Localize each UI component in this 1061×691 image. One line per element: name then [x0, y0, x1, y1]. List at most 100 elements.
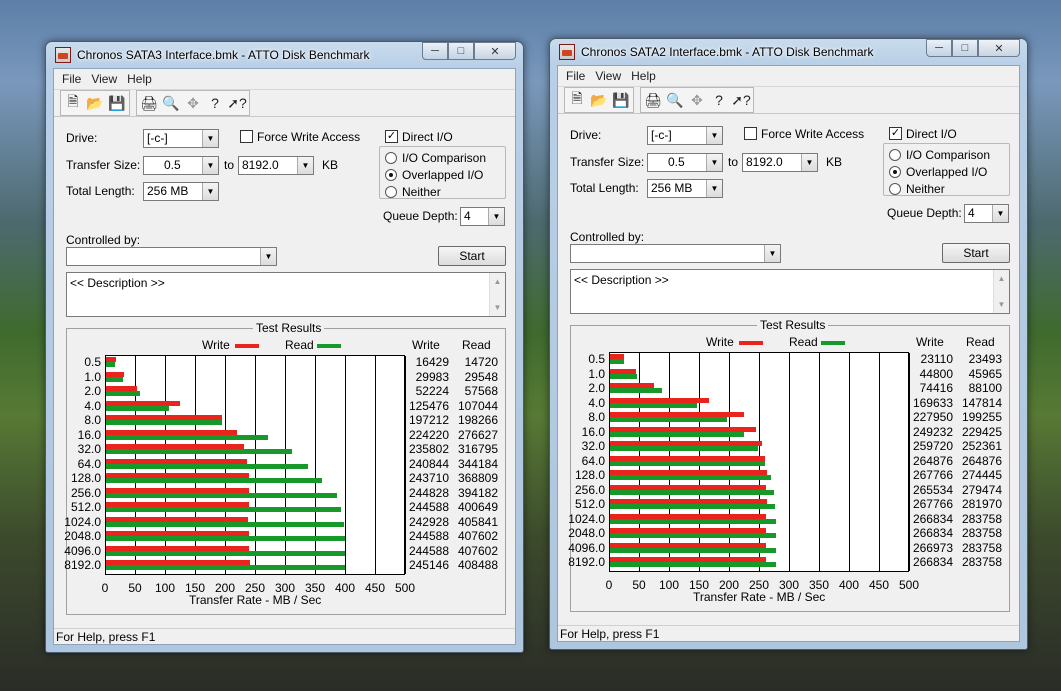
description-field[interactable]: << Description >> ▲ ▼ — [66, 272, 506, 317]
context-help-icon[interactable]: ➚? — [730, 89, 752, 111]
radio-overlapped-io[interactable] — [385, 169, 397, 181]
maximize-button[interactable]: □ — [448, 42, 474, 60]
atto-app-icon[interactable] — [55, 47, 71, 63]
print-preview-icon[interactable]: 🔍 — [664, 89, 686, 111]
total-length-value: 256 MB — [147, 184, 189, 198]
grid-line — [849, 353, 850, 571]
open-folder-icon[interactable]: 📂 — [588, 89, 610, 111]
read-value: 368809 — [457, 471, 498, 485]
overlapped-io-label: Overlapped I/O — [906, 165, 988, 179]
read-bar — [106, 391, 140, 396]
read-bar — [610, 475, 771, 480]
write-value: 266834 — [912, 555, 953, 569]
neither-label: Neither — [906, 182, 945, 196]
column-write-header: Write — [916, 335, 944, 349]
open-folder-icon[interactable]: 📂 — [84, 92, 106, 114]
menu-view[interactable]: View — [86, 72, 122, 86]
radio-overlapped-io[interactable] — [889, 166, 901, 178]
start-button[interactable]: Start — [438, 246, 506, 266]
write-value: 244828 — [408, 485, 449, 500]
atto-window-sata3[interactable]: Chronos SATA3 Interface.bmk - ATTO Disk … — [45, 41, 524, 653]
description-scrollbar[interactable]: ▲ ▼ — [993, 270, 1009, 313]
radio-neither[interactable] — [385, 186, 397, 198]
read-value: 344184 — [457, 456, 498, 471]
print-preview-icon[interactable]: 🔍 — [160, 92, 182, 114]
grid-line — [345, 356, 346, 574]
y-tick-label: 128.0 — [70, 471, 101, 485]
close-button[interactable]: ✕ — [978, 39, 1020, 57]
minimize-icon: ─ — [431, 45, 439, 57]
legend-write-label: Write — [706, 335, 734, 349]
force-write-checkbox[interactable] — [744, 127, 757, 140]
transfer-from-select[interactable]: 0.5 ▼ — [143, 156, 219, 175]
menu-help[interactable]: Help — [122, 72, 157, 86]
queue-depth-select[interactable]: 4 ▼ — [964, 204, 1009, 223]
window-title: Chronos SATA2 Interface.bmk - ATTO Disk … — [581, 45, 874, 59]
drive-select[interactable]: [-c-] ▼ — [143, 129, 219, 148]
controlled-by-select[interactable]: ▼ — [570, 244, 781, 263]
transfer-to-select[interactable]: 8192.0 ▼ — [742, 153, 818, 172]
test-results-panel: Test Results Write Read Write Read Trans… — [64, 321, 506, 615]
help-icon[interactable]: ? — [204, 92, 226, 114]
scroll-down-icon[interactable]: ▼ — [494, 303, 502, 312]
radio-io-comparison[interactable] — [889, 149, 901, 161]
controlled-by-select[interactable]: ▼ — [66, 247, 277, 266]
direct-io-checkbox[interactable]: ✓ — [385, 130, 398, 143]
read-value: 276627 — [457, 427, 498, 442]
scroll-up-icon[interactable]: ▲ — [494, 277, 502, 286]
new-file-icon[interactable]: 🗎 — [566, 89, 588, 111]
radio-neither[interactable] — [889, 183, 901, 195]
write-value: 23110 — [920, 352, 953, 366]
save-icon[interactable]: 💾 — [106, 92, 128, 114]
menu-file[interactable]: File — [57, 72, 86, 86]
drive-select[interactable]: [-c-] ▼ — [647, 126, 723, 145]
direct-io-checkbox[interactable]: ✓ — [889, 127, 902, 140]
legend-read-swatch — [317, 344, 341, 348]
context-help-icon[interactable]: ➚? — [226, 92, 248, 114]
save-icon[interactable]: 💾 — [610, 89, 632, 111]
maximize-button[interactable]: □ — [952, 39, 978, 57]
minimize-button[interactable]: ─ — [926, 39, 952, 57]
x-tick-label: 200 — [718, 578, 740, 592]
scroll-up-icon[interactable]: ▲ — [998, 274, 1006, 283]
overlapped-io-label: Overlapped I/O — [402, 168, 484, 182]
description-text: << Description >> — [574, 273, 669, 287]
description-scrollbar[interactable]: ▲ ▼ — [489, 273, 505, 316]
y-tick-label: 256.0 — [70, 485, 101, 500]
y-tick-label: 2048.0 — [568, 526, 605, 540]
y-tick-label: 256.0 — [574, 482, 605, 497]
legend-write-swatch — [235, 344, 259, 348]
y-tick-label: 0.5 — [84, 355, 101, 369]
description-field[interactable]: << Description >> ▲ ▼ — [570, 269, 1010, 314]
menu-help[interactable]: Help — [626, 69, 661, 83]
title-bar[interactable]: Chronos SATA2 Interface.bmk - ATTO Disk … — [557, 39, 1020, 65]
move-icon[interactable]: ✥ — [182, 92, 204, 114]
transfer-from-select[interactable]: 0.5 ▼ — [647, 153, 723, 172]
help-icon[interactable]: ? — [708, 89, 730, 111]
atto-window-sata2[interactable]: Chronos SATA2 Interface.bmk - ATTO Disk … — [549, 38, 1028, 650]
menu-file[interactable]: File — [561, 69, 590, 83]
x-tick-label: 300 — [778, 578, 800, 592]
title-bar[interactable]: Chronos SATA3 Interface.bmk - ATTO Disk … — [53, 42, 516, 68]
drive-value: [-c-] — [651, 128, 672, 142]
force-write-label: Force Write Access — [761, 127, 865, 141]
results-title: Test Results — [757, 318, 829, 332]
queue-depth-select[interactable]: 4 ▼ — [460, 207, 505, 226]
atto-app-icon[interactable] — [559, 44, 575, 60]
start-button[interactable]: Start — [942, 243, 1010, 263]
menu-view[interactable]: View — [590, 69, 626, 83]
radio-io-comparison[interactable] — [385, 152, 397, 164]
move-icon[interactable]: ✥ — [686, 89, 708, 111]
read-bar — [610, 547, 777, 553]
print-icon[interactable]: 🖨 — [642, 89, 664, 111]
minimize-button[interactable]: ─ — [422, 42, 448, 60]
total-length-select[interactable]: 256 MB ▼ — [647, 179, 723, 198]
force-write-checkbox[interactable] — [240, 130, 253, 143]
print-icon[interactable]: 🖨 — [138, 92, 160, 114]
close-button[interactable]: ✕ — [474, 42, 516, 60]
transfer-to-select[interactable]: 8192.0 ▼ — [238, 156, 314, 175]
scroll-down-icon[interactable]: ▼ — [998, 300, 1006, 309]
total-length-select[interactable]: 256 MB ▼ — [143, 182, 219, 201]
read-bar — [610, 562, 777, 567]
new-file-icon[interactable]: 🗎 — [62, 92, 84, 114]
